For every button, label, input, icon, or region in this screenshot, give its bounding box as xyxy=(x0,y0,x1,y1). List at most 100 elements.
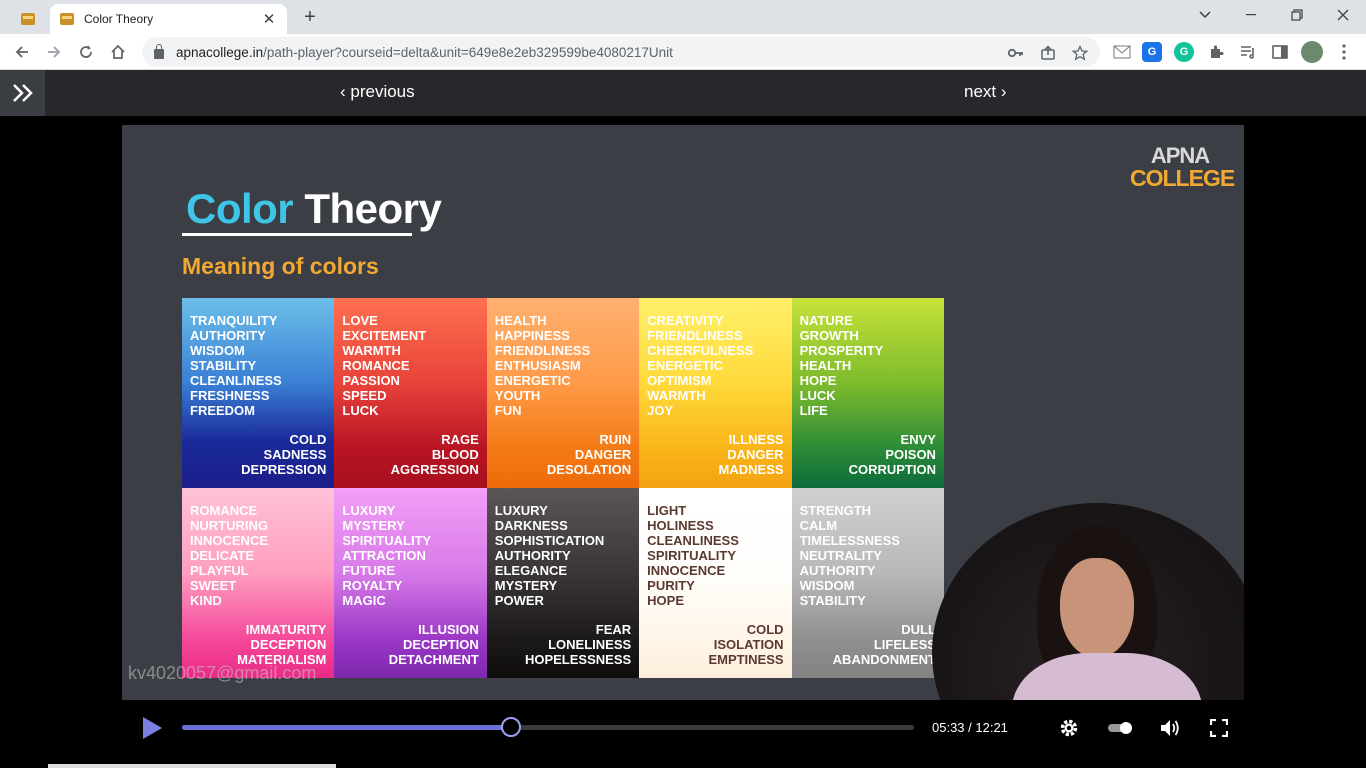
positive-meaning: FUTURE xyxy=(342,563,396,578)
pinned-tab[interactable] xyxy=(8,4,48,34)
positive-meaning: LUCK xyxy=(342,403,379,418)
negative-meaning: EMPTINESS xyxy=(708,652,784,667)
color-cell-gray: STRENGTH CALM TIMELESSNESS NEUTRALITY AUTHOR… xyxy=(791,488,944,678)
negative-meanings-list: RUIN DANGER DESOLATION xyxy=(547,432,631,477)
share-icon[interactable] xyxy=(1038,43,1058,63)
previous-link[interactable]: ‹ previous xyxy=(340,82,415,102)
google-translate-icon[interactable]: G xyxy=(1142,42,1162,62)
gmail-extension-icon[interactable] xyxy=(1112,42,1132,62)
profile-avatar[interactable] xyxy=(1301,41,1323,63)
positive-meaning: LUXURY xyxy=(494,503,548,518)
forward-arrow-icon[interactable] xyxy=(40,38,68,66)
positive-meanings-list: ROMANCE NURTURING INNOCENCE DELICATE PLAYFUL… xyxy=(190,503,268,608)
extensions-puzzle-icon[interactable] xyxy=(1206,42,1226,62)
side-panel-icon[interactable] xyxy=(1270,42,1290,62)
autoplay-toggle[interactable] xyxy=(1107,716,1133,740)
email-watermark: kv4020057@gmail.com xyxy=(128,663,317,683)
settings-gear-icon[interactable] xyxy=(1057,716,1081,740)
tab-title: Color Theory xyxy=(84,12,154,26)
positive-meanings-list: LIGHT HOLINESS CLEANLINESS SPIRITUALITY INNO… xyxy=(647,503,739,608)
address-bar[interactable]: apnacollege.in/path-player?courseid=delt… xyxy=(142,37,1100,67)
tab-strip: Color Theory ✕ + xyxy=(0,0,1366,34)
logo-line-1: APNA xyxy=(1150,143,1210,168)
negative-meaning: SADNESS xyxy=(263,447,327,462)
minimize-button[interactable] xyxy=(1228,0,1274,30)
positive-meaning: HEALTH xyxy=(494,313,547,328)
positive-meaning: AUTHORITY xyxy=(799,563,876,578)
positive-meaning: HOPE xyxy=(799,373,837,388)
bookmark-star-icon[interactable] xyxy=(1070,43,1090,63)
negative-meaning: ABANDONMENT xyxy=(832,652,936,667)
negative-meanings-list: RAGE BLOOD AGGRESSION xyxy=(391,432,479,477)
negative-meaning: DANGER xyxy=(727,447,784,462)
volume-icon[interactable] xyxy=(1158,716,1182,740)
positive-meaning: ROMANCE xyxy=(190,503,258,518)
lock-icon[interactable] xyxy=(154,44,164,59)
negative-meaning: BLOOD xyxy=(431,447,479,462)
play-icon xyxy=(143,717,162,739)
title-underline xyxy=(182,233,412,236)
positive-meaning: NEUTRALITY xyxy=(799,548,882,563)
positive-meaning: MYSTERY xyxy=(342,518,405,533)
play-button[interactable] xyxy=(140,716,164,740)
positive-meanings-list: STRENGTH CALM TIMELESSNESS NEUTRALITY AUTHOR… xyxy=(800,503,900,608)
url-host: apnacollege.in xyxy=(176,44,264,60)
negative-meaning: DECEPTION xyxy=(250,637,327,652)
restore-button[interactable] xyxy=(1274,0,1320,30)
expand-sidebar-button[interactable] xyxy=(0,70,45,116)
positive-meaning: JOY xyxy=(647,403,674,418)
positive-meaning: CALM xyxy=(799,518,838,533)
active-tab[interactable]: Color Theory ✕ xyxy=(50,4,287,34)
positive-meaning: AUTHORITY xyxy=(190,328,266,343)
grammarly-icon[interactable]: G xyxy=(1174,42,1194,62)
progress-bar[interactable] xyxy=(182,717,914,737)
positive-meaning: LUCK xyxy=(799,388,836,403)
back-arrow-icon[interactable] xyxy=(8,38,36,66)
negative-meaning: ILLNESS xyxy=(728,432,784,447)
negative-meaning: COLD xyxy=(746,622,784,637)
positive-meanings-list: LUXURY DARKNESS SOPHISTICATION AUTHORITY ELE… xyxy=(495,503,605,608)
negative-meaning: DULL xyxy=(901,622,936,637)
progress-scrubber[interactable] xyxy=(500,717,521,737)
negative-meanings-list: FEAR LONELINESS HOPELESSNESS xyxy=(525,622,631,667)
close-window-button[interactable] xyxy=(1320,0,1366,30)
new-tab-button[interactable]: + xyxy=(298,5,322,29)
url-text: apnacollege.in/path-player?courseid=delt… xyxy=(176,45,673,60)
reading-list-icon[interactable] xyxy=(1238,42,1258,62)
positive-meaning: ROMANCE xyxy=(342,358,410,373)
reload-icon[interactable] xyxy=(72,38,100,66)
positive-meaning: PROSPERITY xyxy=(799,343,884,358)
password-key-icon[interactable] xyxy=(1006,43,1026,63)
positive-meaning: MAGIC xyxy=(342,593,386,608)
home-icon[interactable] xyxy=(104,38,132,66)
positive-meaning: STRENGTH xyxy=(799,503,872,518)
fullscreen-icon[interactable] xyxy=(1207,716,1231,740)
presenter-face xyxy=(1060,558,1134,658)
positive-meaning: FRIENDLINESS xyxy=(647,328,743,343)
positive-meaning: CREATIVITY xyxy=(647,313,724,328)
negative-meaning: DESOLATION xyxy=(546,462,632,477)
color-cell-pink: ROMANCE NURTURING INNOCENCE DELICATE PLAYFUL… xyxy=(182,488,335,678)
slide-title: Color Theory xyxy=(186,185,442,233)
tab-close-icon[interactable]: ✕ xyxy=(261,10,277,28)
url-path: /path-player?courseid=delta&unit=649e8e2… xyxy=(263,44,673,60)
positive-meaning: PASSION xyxy=(342,373,400,388)
color-cell-blue: TRANQUILITY AUTHORITY WISDOM STABILITY CLEAN… xyxy=(182,298,335,488)
positive-meaning: INNOCENCE xyxy=(190,533,269,548)
negative-meaning: ISOLATION xyxy=(713,637,784,652)
positive-meaning: FRESHNESS xyxy=(190,388,270,403)
video-player[interactable]: Color Theory Meaning of colors APNA COLL… xyxy=(122,125,1244,700)
next-link[interactable]: next › xyxy=(964,82,1007,102)
positive-meaning: GROWTH xyxy=(799,328,859,343)
positive-meaning: ENERGETIC xyxy=(647,358,724,373)
positive-meaning: LOVE xyxy=(342,313,378,328)
apna-college-favicon-icon xyxy=(60,13,74,25)
tab-search-icon[interactable] xyxy=(1182,0,1228,30)
chrome-menu-icon[interactable] xyxy=(1334,42,1354,62)
positive-meaning: DARKNESS xyxy=(494,518,568,533)
positive-meaning: WARMTH xyxy=(342,343,401,358)
negative-meaning: POISON xyxy=(885,447,936,462)
video-controls: 05:33 / 12:21 xyxy=(0,700,1366,768)
positive-meaning: PLAYFUL xyxy=(190,563,249,578)
positive-meaning: NATURE xyxy=(799,313,853,328)
